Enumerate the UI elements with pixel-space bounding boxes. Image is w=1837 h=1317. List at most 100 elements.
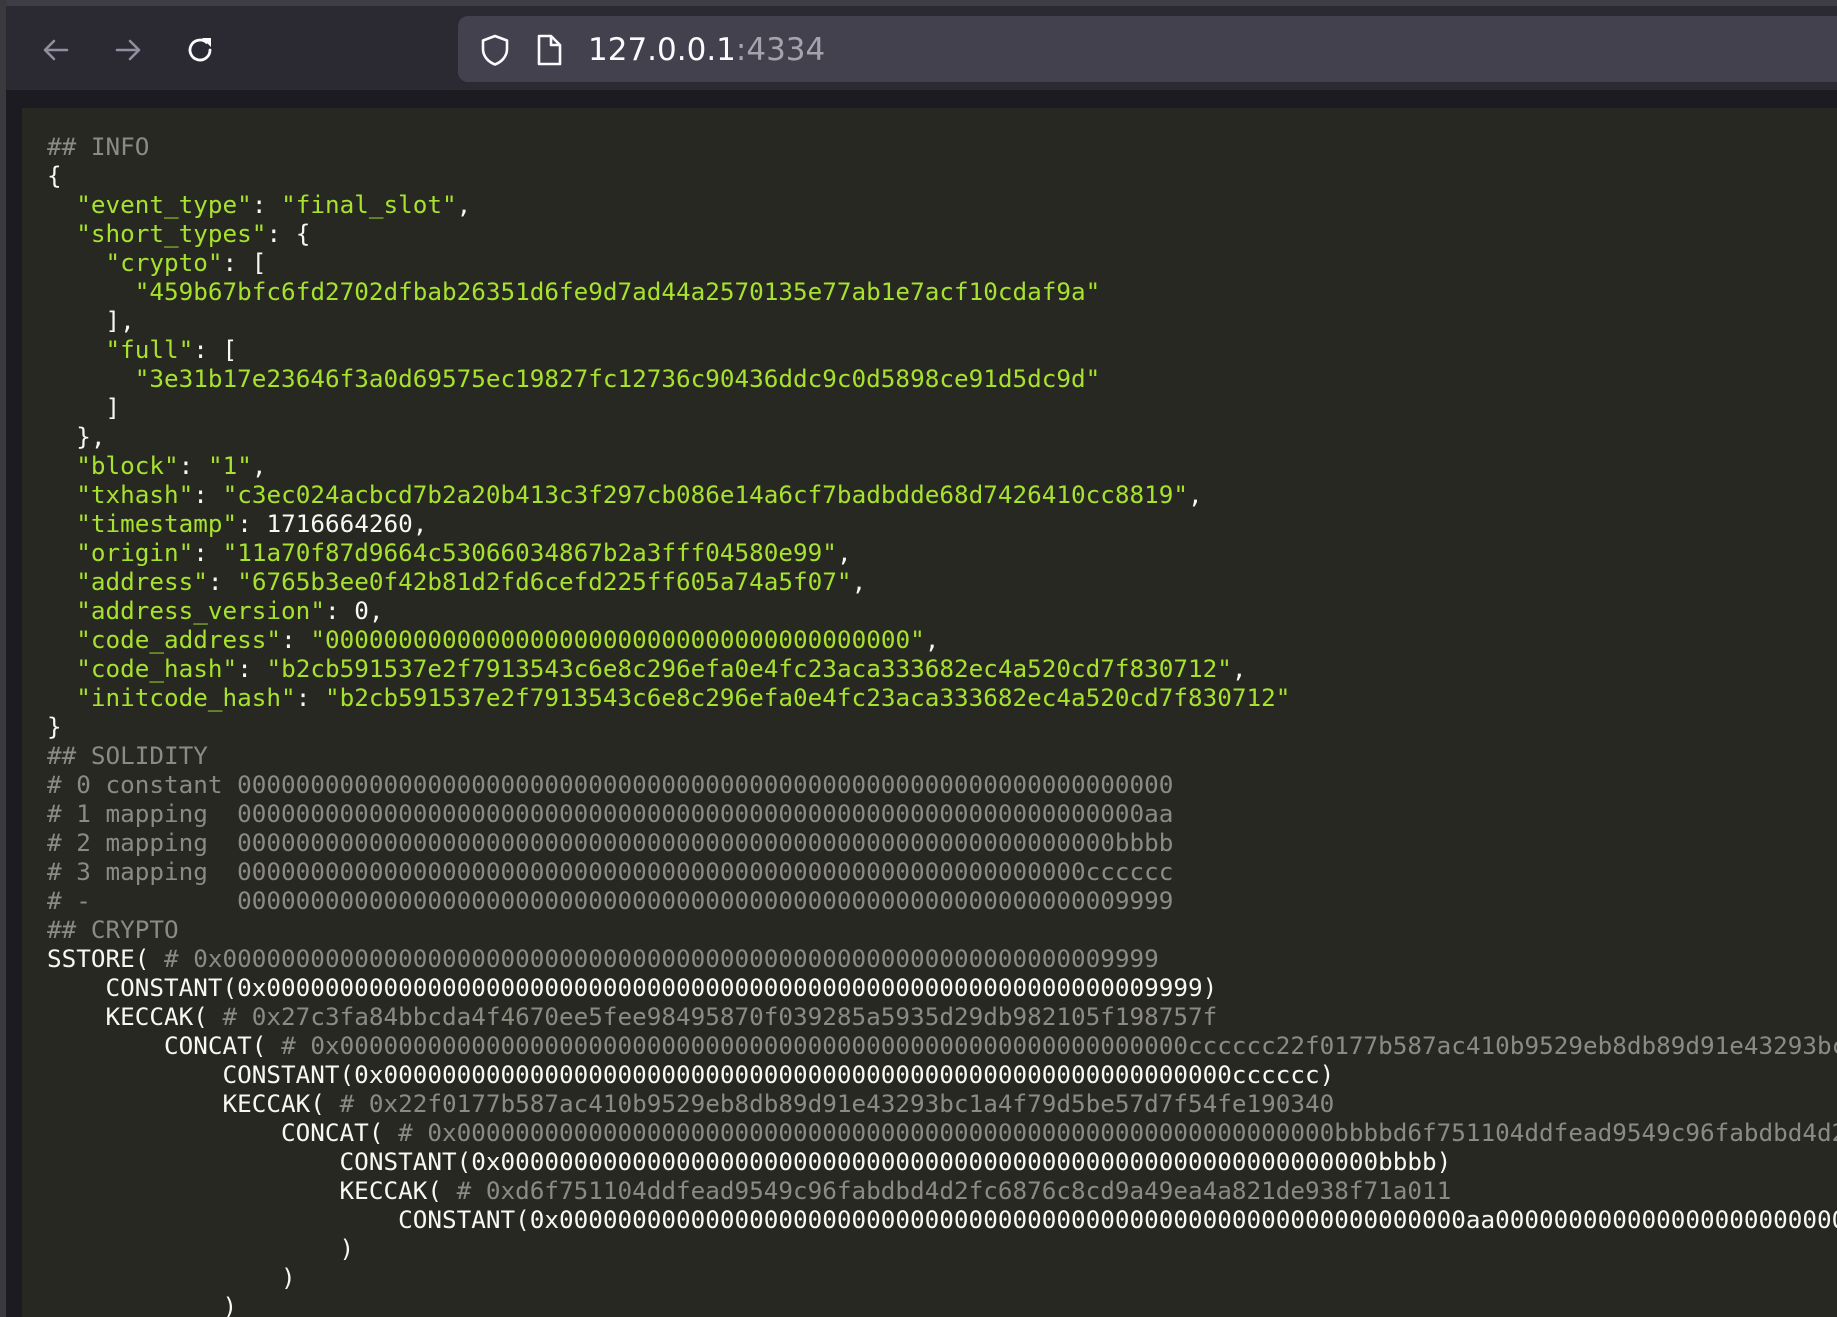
- comment-token: # 0 constant 000000000000000000000000000…: [47, 770, 1174, 799]
- code-line: "txhash": "c3ec024acbcd7b2a20b413c3f297c…: [47, 480, 1837, 509]
- comment-token: # 3 mapping 0000000000000000000000000000…: [47, 857, 1174, 886]
- code-token: ,: [1188, 480, 1203, 509]
- comment-token: # 0x000000000000000000000000000000000000…: [281, 1031, 1837, 1060]
- string-token: "11a70f87d9664c53066034867b2a3fff04580e9…: [222, 538, 837, 567]
- code-token: :: [193, 538, 223, 567]
- code-token: CONSTANT(0x00000000000000000000000000000…: [398, 1205, 1837, 1234]
- string-token: "timestamp": [76, 509, 238, 538]
- string-token: "full": [105, 335, 194, 364]
- code-token: :: [193, 480, 223, 509]
- string-token: "address": [76, 567, 208, 596]
- string-token: "block": [76, 451, 179, 480]
- code-token: CONCAT(: [47, 1118, 399, 1147]
- browser-toolbar: 127.0.0.1:4334: [6, 0, 1837, 90]
- code-token: :: [295, 683, 325, 712]
- code-line: "origin": "11a70f87d9664c53066034867b2a3…: [47, 538, 1837, 567]
- url-text[interactable]: 127.0.0.1:4334: [588, 32, 825, 68]
- code-line: ## INFO: [47, 132, 1837, 161]
- code-token: KECCAK(: [47, 1176, 457, 1205]
- string-token: "code_address": [76, 625, 282, 654]
- code-line: "address": "6765b3ee0f42b81d2fd6cefd225f…: [47, 567, 1837, 596]
- comment-token: ## SOLIDITY: [47, 741, 208, 770]
- comment-token: # 0x000000000000000000000000000000000000…: [398, 1118, 1837, 1147]
- back-button[interactable]: [32, 26, 80, 74]
- string-token: "c3ec024acbcd7b2a20b413c3f297cb086e14a6c…: [222, 480, 1189, 509]
- code-token: :: [178, 451, 208, 480]
- code-line: }: [47, 712, 1837, 741]
- code-line: ## SOLIDITY: [47, 741, 1837, 770]
- page-icon[interactable]: [532, 33, 566, 67]
- arrow-right-icon: [112, 34, 144, 66]
- code-line: ## CRYPTO: [47, 915, 1837, 944]
- code-token: CONSTANT(0x00000000000000000000000000000…: [47, 1147, 1452, 1176]
- code-token: : {: [266, 219, 311, 248]
- string-token: "initcode_hash": [76, 683, 296, 712]
- url-host: 127.0.0.1: [588, 32, 736, 68]
- code-token: ,: [836, 538, 852, 567]
- code-token: :: [281, 625, 311, 654]
- code-token: ): [47, 1263, 296, 1292]
- comment-token: ## CRYPTO: [47, 915, 179, 944]
- page-body: ## INFO{ "event_type": "final_slot", "sh…: [22, 108, 1837, 1317]
- code-token: {: [47, 161, 62, 190]
- code-line: KECCAK( # 0xd6f751104ddfead9549c96fabdbd…: [47, 1176, 1837, 1205]
- string-token: "b2cb591537e2f7913543c6e8c296efa0e4fc23a…: [266, 654, 1232, 683]
- comment-token: # 0x000000000000000000000000000000000000…: [164, 944, 1159, 973]
- comment-token: ## INFO: [47, 132, 150, 161]
- code-token: : [: [193, 335, 238, 364]
- code-line: "code_hash": "b2cb591537e2f7913543c6e8c2…: [47, 654, 1837, 683]
- comment-token: # 0x22f0177b587ac410b9529eb8db89d91e4329…: [339, 1089, 1335, 1118]
- code-line: SSTORE( # 0x0000000000000000000000000000…: [47, 944, 1837, 973]
- code-token: :: [251, 190, 282, 219]
- code-line: ]: [47, 393, 1837, 422]
- code-token: SSTORE(: [47, 944, 165, 973]
- string-token: "3e31b17e23646f3a0d69575ec19827fc12736c9…: [134, 364, 1101, 393]
- code-token: CONSTANT(0x00000000000000000000000000000…: [47, 1060, 1335, 1089]
- code-line: CONCAT( # 0x0000000000000000000000000000…: [47, 1031, 1837, 1060]
- string-token: "crypto": [105, 248, 223, 277]
- reload-button[interactable]: [176, 26, 224, 74]
- code-token: : 0,: [324, 596, 384, 625]
- url-bar[interactable]: 127.0.0.1:4334: [458, 16, 1837, 82]
- code-line: ): [47, 1234, 1837, 1263]
- code-line: ): [47, 1292, 1837, 1317]
- code-line: "full": [: [47, 335, 1837, 364]
- code-token: ],: [47, 306, 135, 335]
- code-line: KECCAK( # 0x22f0177b587ac410b9529eb8db89…: [47, 1089, 1837, 1118]
- reload-icon: [183, 33, 217, 67]
- string-token: "event_type": [76, 190, 252, 219]
- code-token: ): [47, 1292, 238, 1317]
- code-line: ): [47, 1263, 1837, 1292]
- string-token: "origin": [76, 538, 194, 567]
- code-token: : [: [222, 248, 267, 277]
- code-line: "initcode_hash": "b2cb591537e2f7913543c6…: [47, 683, 1837, 712]
- string-token: "459b67bfc6fd2702dfbab26351d6fe9d7ad44a2…: [134, 277, 1101, 306]
- code-line: # 2 mapping 0000000000000000000000000000…: [47, 828, 1837, 857]
- comment-token: # 0xd6f751104ddfead9549c96fabdbd4d2fc687…: [456, 1176, 1452, 1205]
- code-line: # 3 mapping 0000000000000000000000000000…: [47, 857, 1837, 886]
- arrow-left-icon: [40, 34, 72, 66]
- code-line: CONCAT( # 0x0000000000000000000000000000…: [47, 1118, 1837, 1147]
- code-line: CONSTANT(0x00000000000000000000000000000…: [47, 1060, 1837, 1089]
- code-line: "event_type": "final_slot",: [47, 190, 1837, 219]
- url-port: :4334: [735, 32, 826, 68]
- code-token: ,: [251, 451, 267, 480]
- code-line: "459b67bfc6fd2702dfbab26351d6fe9d7ad44a2…: [47, 277, 1837, 306]
- code-token: ,: [924, 625, 940, 654]
- comment-token: # 2 mapping 0000000000000000000000000000…: [47, 828, 1174, 857]
- code-line: # 1 mapping 0000000000000000000000000000…: [47, 799, 1837, 828]
- forward-button[interactable]: [104, 26, 152, 74]
- code-token: ,: [851, 567, 867, 596]
- shield-icon[interactable]: [478, 33, 512, 67]
- code-line: },: [47, 422, 1837, 451]
